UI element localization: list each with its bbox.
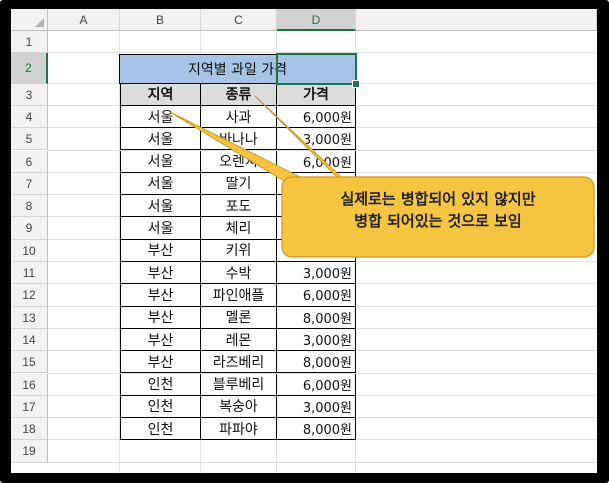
callout-line-2: 병합 되어있는 것으로 보임 bbox=[354, 212, 522, 230]
callout-bubble bbox=[169, 95, 595, 258]
callout-text: 실제로는 병합되어 있지 않지만 병합 되어있는 것으로 보임 bbox=[282, 188, 594, 232]
callout-line-1: 실제로는 병합되어 있지 않지만 bbox=[340, 190, 536, 208]
